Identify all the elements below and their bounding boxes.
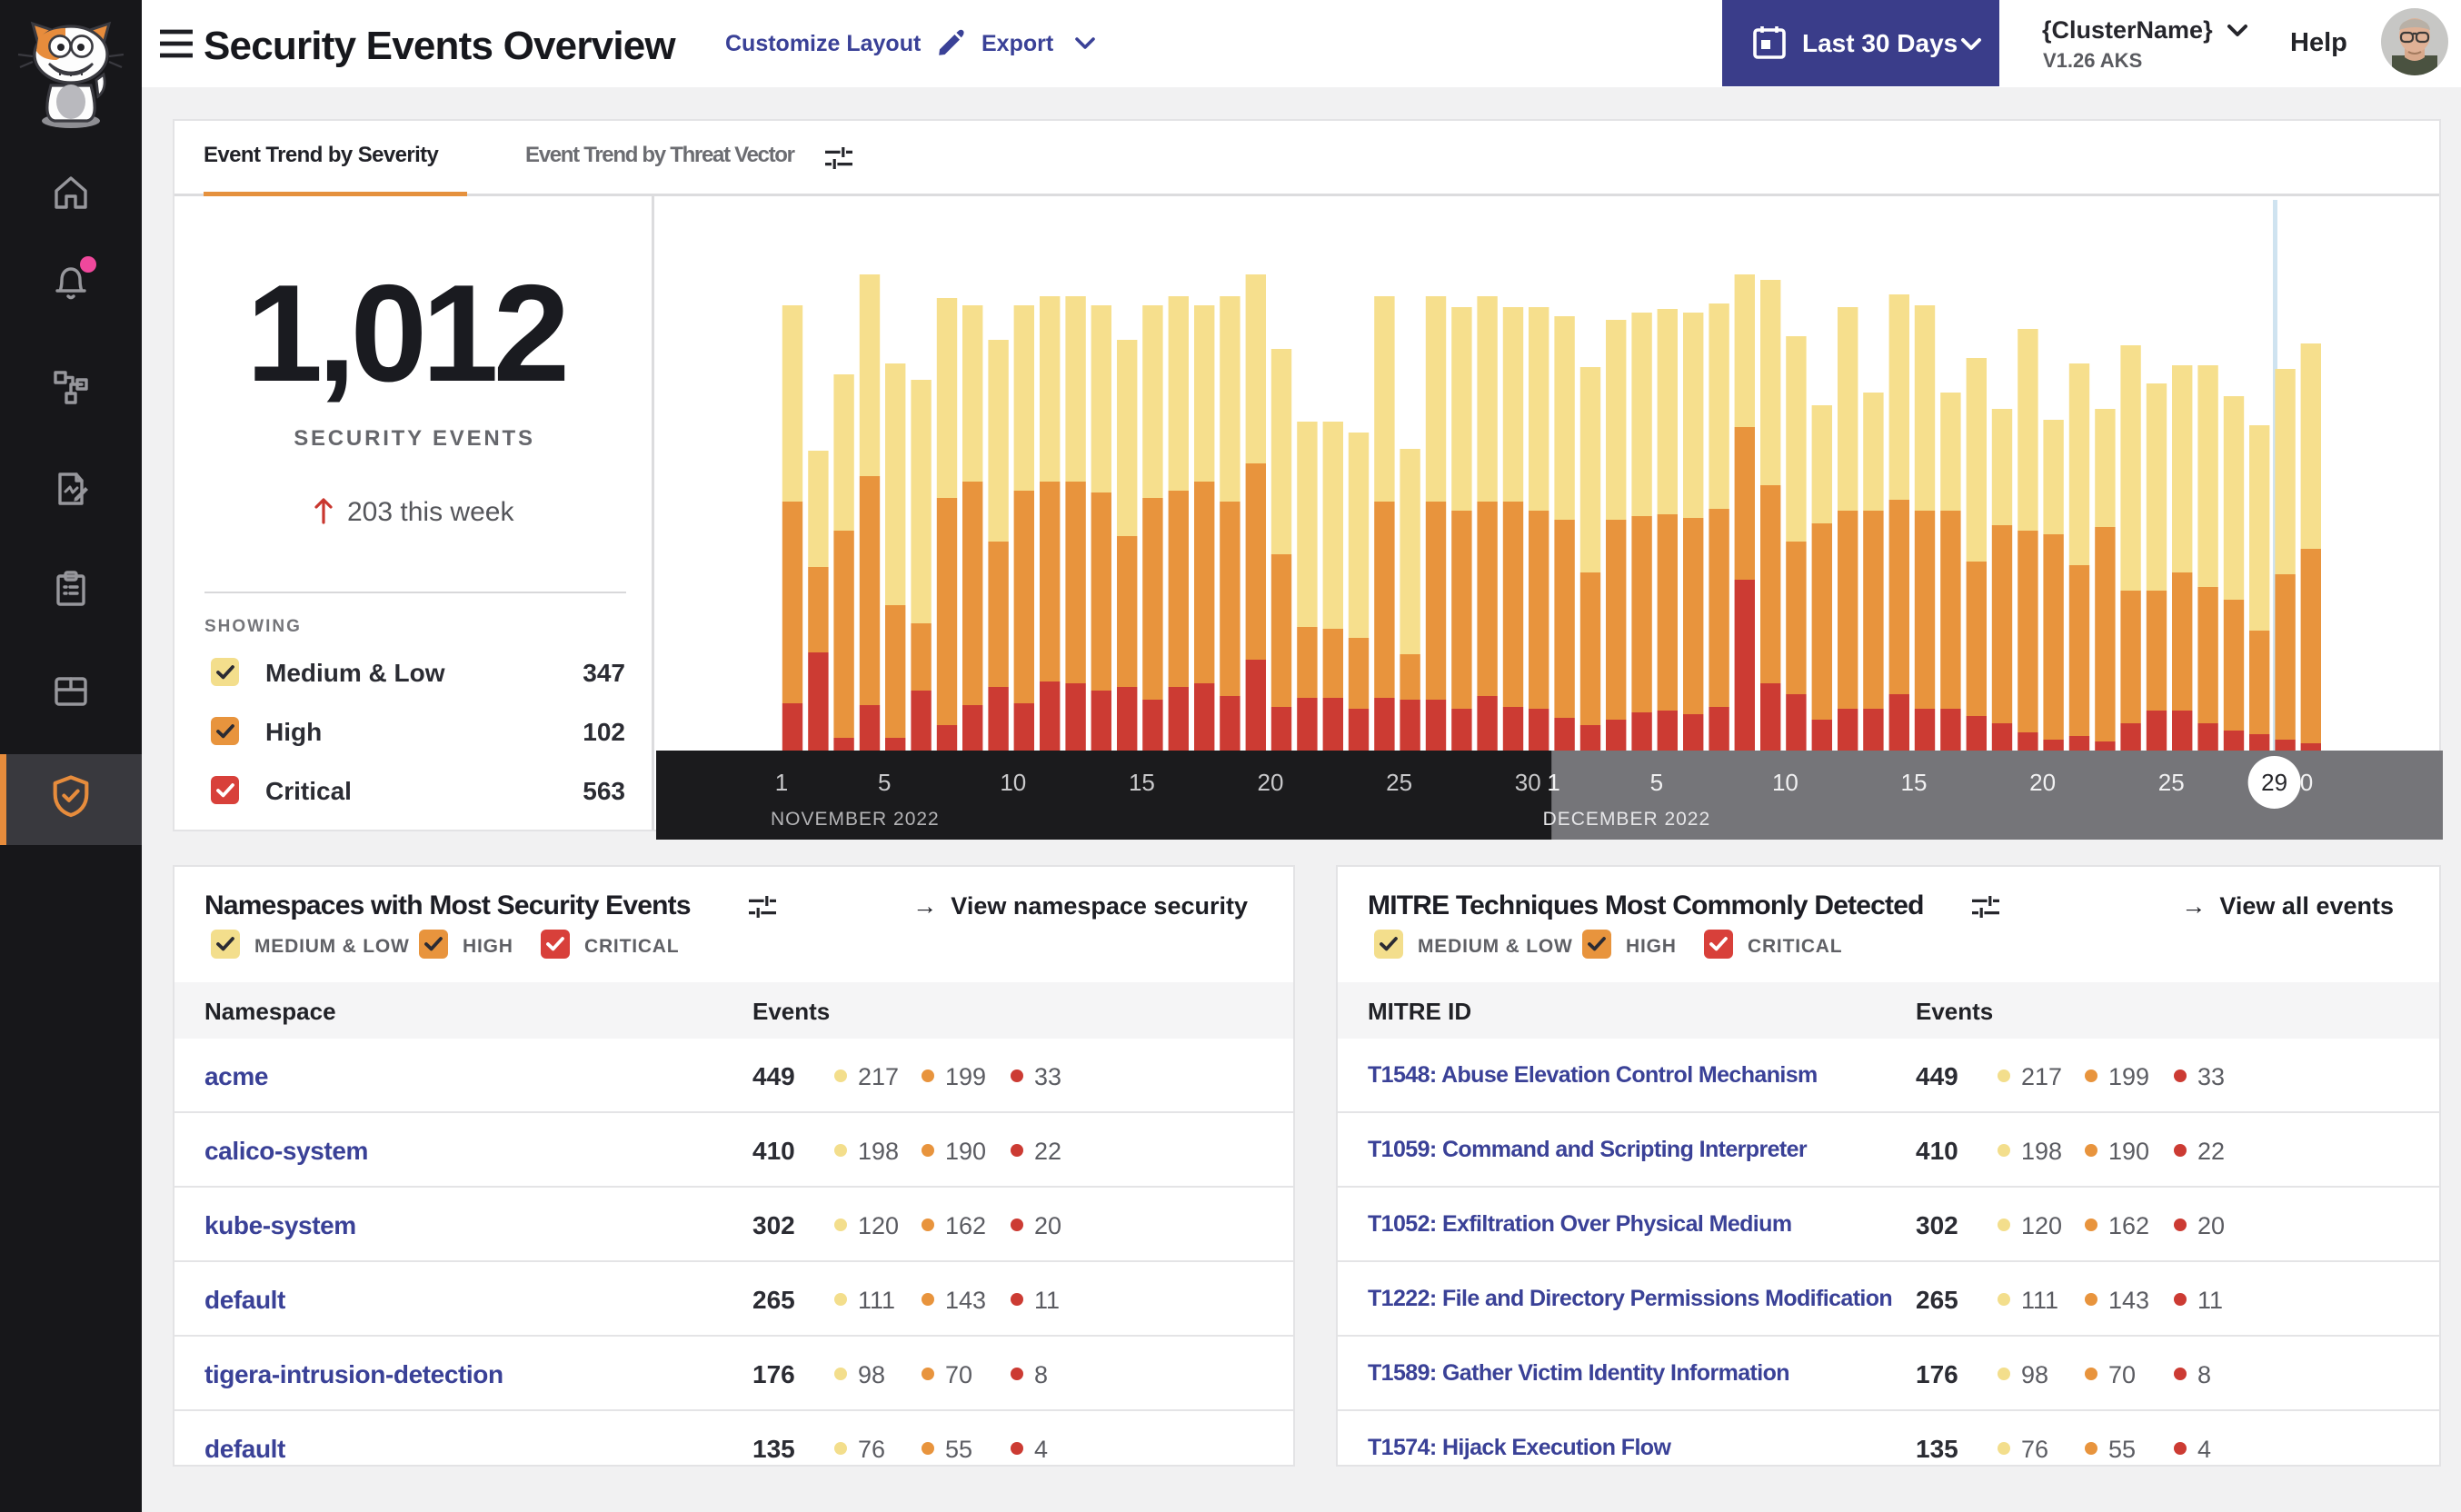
svg-text:15: 15: [1901, 769, 1928, 796]
svg-text:10: 10: [1772, 769, 1798, 796]
svg-text:25: 25: [2158, 769, 2185, 796]
svg-text:5: 5: [1650, 769, 1663, 796]
svg-text:29: 29: [2261, 769, 2287, 796]
svg-text:20: 20: [1258, 769, 1284, 796]
svg-text:1: 1: [1547, 769, 1559, 796]
svg-text:20: 20: [2029, 769, 2056, 796]
svg-text:30: 30: [1515, 769, 1541, 796]
svg-text:DECEMBER 2022: DECEMBER 2022: [1543, 809, 1711, 830]
svg-text:10: 10: [1000, 769, 1026, 796]
svg-text:1: 1: [775, 769, 788, 796]
svg-text:25: 25: [1386, 769, 1412, 796]
svg-text:5: 5: [878, 769, 891, 796]
svg-text:15: 15: [1129, 769, 1155, 796]
svg-text:NOVEMBER 2022: NOVEMBER 2022: [771, 809, 940, 830]
